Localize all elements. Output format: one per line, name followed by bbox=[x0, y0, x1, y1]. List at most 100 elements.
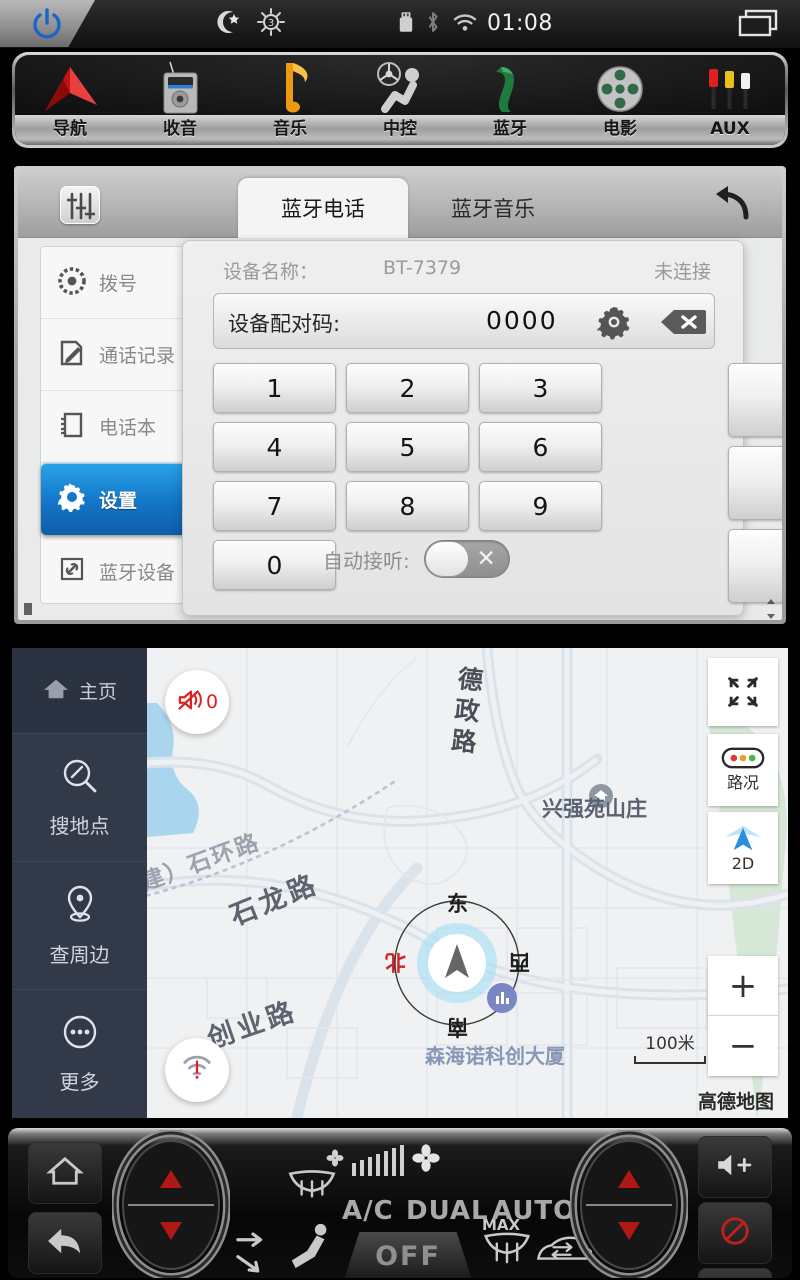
dock-label: 中控 bbox=[383, 119, 417, 139]
fan-bars bbox=[352, 1144, 404, 1176]
sidebar-item-more[interactable]: 更多 bbox=[12, 989, 147, 1117]
home-button[interactable] bbox=[28, 1142, 102, 1204]
power-icon[interactable] bbox=[30, 8, 64, 40]
mute-badge[interactable]: 0 bbox=[165, 670, 229, 734]
rear-defrost-icon[interactable] bbox=[482, 1232, 532, 1274]
dial-pad-icon bbox=[57, 266, 87, 300]
dock-item-movie[interactable]: 电影 bbox=[565, 55, 675, 145]
phone-handset-icon bbox=[488, 57, 532, 115]
window-icon[interactable] bbox=[736, 9, 784, 39]
map-canvas[interactable]: 德政路 兴强苑山庄 建）石环路 石龙路 创业路 森海诺科创大厦 东 西 北 南 bbox=[147, 648, 788, 1118]
bluetooth-body: 拨号 通话记录 电话本 设置 蓝牙设备 设备名称： BT-7379 未连接 设备… bbox=[18, 238, 782, 620]
search-icon bbox=[772, 543, 783, 589]
key-4[interactable]: 4 bbox=[213, 422, 336, 472]
key-1[interactable]: 1 bbox=[213, 363, 336, 413]
connect-button[interactable] bbox=[728, 363, 782, 437]
back-button[interactable] bbox=[28, 1212, 102, 1274]
svg-text:3: 3 bbox=[268, 18, 274, 29]
sidebar-label: 电话本 bbox=[99, 417, 157, 439]
dock-item-radio[interactable]: 收音 bbox=[125, 55, 235, 145]
airflow-arrows-icon[interactable] bbox=[236, 1228, 270, 1278]
plus-icon: + bbox=[728, 965, 758, 1006]
dock-label: AUX bbox=[710, 119, 750, 139]
search-icon bbox=[60, 756, 100, 800]
traffic-button[interactable]: 路况 bbox=[708, 734, 778, 806]
disconnect-button[interactable] bbox=[728, 446, 782, 520]
status-icon-group-left: 3 bbox=[215, 0, 285, 47]
search-devices-button[interactable] bbox=[728, 529, 782, 603]
link-icon bbox=[57, 554, 87, 588]
key-8[interactable]: 8 bbox=[346, 481, 469, 531]
backspace-icon[interactable] bbox=[660, 308, 706, 336]
climate-off-button[interactable]: OFF bbox=[344, 1232, 472, 1278]
sidebar-item-home[interactable]: 主页 bbox=[12, 648, 147, 733]
auto-answer-toggle[interactable]: ✕ bbox=[423, 540, 510, 578]
sidebar-item-nearby[interactable]: 查周边 bbox=[12, 861, 147, 989]
back-arrow-icon[interactable] bbox=[708, 184, 752, 224]
fullscreen-button[interactable] bbox=[708, 658, 778, 726]
view-mode-button[interactable]: 2D bbox=[708, 812, 778, 884]
equalizer-icon[interactable] bbox=[60, 186, 100, 224]
key-7[interactable]: 7 bbox=[213, 481, 336, 531]
sidebar-label: 查周边 bbox=[49, 943, 110, 967]
pair-code-label: 设备配对码: bbox=[228, 312, 341, 336]
front-defrost-icon[interactable] bbox=[286, 1170, 338, 1206]
gear-icon[interactable] bbox=[596, 304, 632, 340]
key-2[interactable]: 2 bbox=[346, 363, 469, 413]
volume-up-button[interactable] bbox=[698, 1136, 772, 1198]
dock-item-car-control[interactable]: 中控 bbox=[345, 55, 455, 145]
dock-item-music[interactable]: 音乐 bbox=[235, 55, 345, 145]
volume-mute-icon bbox=[718, 1215, 752, 1251]
map-label-poi: 兴强苑山庄 bbox=[542, 797, 647, 821]
left-temp-knob[interactable] bbox=[111, 1129, 231, 1278]
location-pin-icon bbox=[60, 883, 100, 929]
dock-label: 收音 bbox=[163, 119, 197, 139]
keypad-row: 7 8 9 bbox=[213, 481, 715, 531]
seat-airflow-icon[interactable] bbox=[286, 1222, 336, 1276]
dock-item-navigation[interactable]: 导航 bbox=[15, 55, 125, 145]
tab-bluetooth-music[interactable]: 蓝牙音乐 bbox=[408, 178, 578, 238]
clock: 01:08 bbox=[487, 11, 553, 36]
volume-down-button[interactable] bbox=[698, 1268, 772, 1278]
key-3[interactable]: 3 bbox=[479, 363, 602, 413]
usb-icon bbox=[398, 10, 414, 38]
gps-signal-badge[interactable] bbox=[165, 1038, 229, 1102]
sidebar-item-call-log[interactable]: 通话记录 bbox=[41, 319, 201, 391]
compass-north: 北 bbox=[385, 950, 406, 974]
key-5[interactable]: 5 bbox=[346, 422, 469, 472]
zoom-out-button[interactable]: − bbox=[708, 1016, 778, 1076]
gps-signal-icon bbox=[181, 1055, 213, 1085]
moon-star-icon bbox=[215, 9, 241, 39]
dock-item-bluetooth[interactable]: 蓝牙 bbox=[455, 55, 565, 145]
dock-item-aux[interactable]: AUX bbox=[675, 55, 785, 145]
dual-button[interactable]: DUAL bbox=[406, 1196, 489, 1226]
tab-bluetooth-phone[interactable]: 蓝牙电话 bbox=[238, 178, 408, 238]
key-9[interactable]: 9 bbox=[479, 481, 602, 531]
sidebar-item-phonebook[interactable]: 电话本 bbox=[41, 391, 201, 463]
resize-handle-bottom-right[interactable] bbox=[758, 596, 784, 622]
key-6[interactable]: 6 bbox=[479, 422, 602, 472]
music-note-icon bbox=[266, 57, 314, 115]
back-arrow-icon bbox=[46, 1225, 84, 1261]
keypad-row: 1 2 3 bbox=[213, 363, 715, 413]
sidebar-item-search-place[interactable]: 搜地点 bbox=[12, 733, 147, 861]
status-icon-group-right bbox=[398, 0, 478, 47]
mute-button[interactable] bbox=[698, 1202, 772, 1264]
right-temp-knob[interactable] bbox=[569, 1129, 689, 1278]
sidebar-item-bt-devices[interactable]: 蓝牙设备 bbox=[41, 535, 201, 607]
sidebar-label: 通话记录 bbox=[99, 345, 176, 367]
resize-handle-bottom-left[interactable] bbox=[16, 596, 42, 622]
brightness-icon: 3 bbox=[257, 7, 285, 40]
device-info-row: 设备名称： BT-7379 未连接 bbox=[183, 249, 743, 291]
sidebar-item-dial[interactable]: 拨号 bbox=[41, 247, 201, 319]
sidebar-item-settings[interactable]: 设置 bbox=[41, 463, 201, 535]
pair-code-field[interactable]: 设备配对码: 0000 bbox=[213, 293, 715, 349]
ac-button[interactable]: A/C bbox=[342, 1196, 394, 1226]
sidebar-label: 搜地点 bbox=[49, 814, 110, 838]
sidebar-label: 更多 bbox=[59, 1070, 100, 1094]
toggle-knob bbox=[424, 541, 469, 577]
zoom-in-button[interactable]: + bbox=[708, 956, 778, 1016]
volume-up-icon bbox=[714, 1151, 756, 1183]
fan-speed-indicator[interactable] bbox=[326, 1144, 440, 1176]
key-0[interactable]: 0 bbox=[213, 540, 336, 590]
